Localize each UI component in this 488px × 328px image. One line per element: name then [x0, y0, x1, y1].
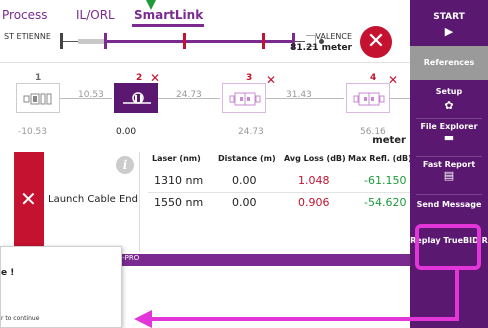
link-overview-bar: ST ETIENNE VALENCE 81.21 meter — [0, 28, 410, 60]
link-event-marker[interactable] — [104, 33, 107, 49]
span-distance: 10.53 — [78, 90, 104, 100]
report-icon: ▤ — [443, 169, 455, 182]
link-start-marker — [60, 33, 63, 49]
send-message-button[interactable]: Send Message — [410, 200, 488, 224]
connector-icon — [23, 93, 52, 105]
connector-icon — [353, 92, 385, 106]
info-icon[interactable]: i — [116, 156, 134, 174]
cell-laser: 1550 nm — [154, 196, 204, 209]
col-header-laser: Laser (nm) — [152, 154, 201, 163]
cell-max-refl: -61.150 — [364, 174, 407, 187]
tab-pointer-arrow-icon — [146, 0, 156, 10]
references-label: References — [423, 58, 475, 67]
send-message-label: Send Message — [416, 200, 482, 209]
play-icon: ▶ — [444, 25, 454, 38]
references-button[interactable]: References — [410, 46, 488, 80]
sidebar-divider — [416, 118, 482, 119]
tab-il-orl[interactable]: IL/ORL — [76, 8, 115, 22]
cell-avg-loss: 0.906 — [298, 196, 330, 209]
cell-avg-loss: 1.048 — [298, 174, 330, 187]
col-header-max-refl: Max Refl. (dB) — [348, 154, 412, 163]
file-explorer-button[interactable]: File Explorer ▬ — [410, 120, 488, 156]
event-4-connector-icon[interactable] — [346, 83, 390, 113]
splice-icon — [123, 92, 151, 104]
event-2-splice-icon[interactable] — [114, 83, 158, 113]
setup-label: Setup — [435, 87, 463, 96]
sidebar-divider — [416, 156, 482, 157]
event-number: 2 — [136, 73, 143, 83]
highlight-arrow-icon — [134, 310, 152, 328]
event-position: 0.00 — [116, 127, 137, 137]
highlight-box — [415, 224, 481, 270]
message-dialog: e ! r to continue — [0, 246, 122, 328]
event-number: 4 — [370, 73, 377, 83]
launch-cable-segment — [78, 39, 106, 44]
link-fail-icon: ✕ — [360, 26, 392, 58]
connector-icon — [229, 92, 261, 106]
event-fail-x-icon: ✕ — [266, 73, 277, 87]
link-length: 81.21 meter — [290, 43, 352, 53]
dialog-message: r to continue — [1, 315, 40, 322]
dialog-title: e ! — [1, 268, 15, 278]
start-label: START — [433, 12, 465, 22]
cell-laser: 1310 nm — [154, 174, 204, 187]
setup-button[interactable]: Setup ✿ — [410, 82, 488, 118]
cell-distance: 0.00 — [232, 174, 257, 187]
table-row: 1310 nm 0.00 1.048 -61.150 — [148, 170, 410, 192]
sidebar-divider — [416, 194, 482, 195]
tab-process[interactable]: Process — [2, 8, 48, 22]
fast-report-button[interactable]: Fast Report ▤ — [410, 158, 488, 194]
cell-max-refl: -54.620 — [364, 196, 407, 209]
events-panel: 10.53 24.73 31.43 1 -10.53 2 ✕ 0.00 3 ✕ — [0, 62, 410, 150]
event-type-label: Launch Cable End — [48, 194, 138, 205]
file-explorer-label: File Explorer — [420, 122, 478, 131]
event-position: 24.73 — [238, 127, 264, 137]
link-end-name: VALENCE — [315, 32, 352, 41]
event-span-line — [388, 98, 410, 99]
start-button[interactable]: START ▶ — [410, 0, 488, 46]
tab-smartlink[interactable]: SmartLink — [134, 8, 203, 22]
event-position: -10.53 — [18, 127, 48, 137]
fail-status-panel: ✕ — [14, 152, 44, 252]
event-number: 1 — [35, 73, 42, 83]
active-tab-indicator — [132, 24, 204, 27]
link-event-marker[interactable] — [262, 33, 265, 49]
highlight-connector — [455, 270, 459, 320]
tab-bar: Process IL/ORL SmartLink — [0, 0, 410, 28]
event-3-connector-icon[interactable] — [222, 83, 266, 113]
span-distance: 31.43 — [286, 90, 312, 100]
col-header-avg-loss: Avg Loss (dB) — [284, 154, 346, 163]
table-row: 1550 nm 0.00 0.906 -54.620 — [148, 192, 410, 214]
highlight-connector — [150, 317, 459, 321]
cell-distance: 0.00 — [232, 196, 257, 209]
span-distance: 24.73 — [176, 90, 202, 100]
link-start-name: ST ETIENNE — [4, 32, 51, 41]
distance-unit: meter — [372, 135, 406, 146]
right-sidebar: START ▶ References Setup ✿ File Explorer… — [410, 0, 488, 328]
fail-x-icon: ✕ — [20, 187, 37, 211]
event-number: 3 — [246, 73, 253, 83]
gear-icon: ✿ — [444, 99, 454, 112]
event-result-label-panel: i Launch Cable End — [44, 152, 140, 252]
fast-report-label: Fast Report — [422, 160, 476, 169]
folder-icon: ▬ — [443, 131, 455, 144]
event-1-connector-icon[interactable] — [16, 83, 60, 113]
col-header-distance: Distance (m) — [218, 154, 276, 163]
link-under-test-segment — [106, 40, 294, 43]
link-event-marker[interactable] — [183, 33, 186, 49]
